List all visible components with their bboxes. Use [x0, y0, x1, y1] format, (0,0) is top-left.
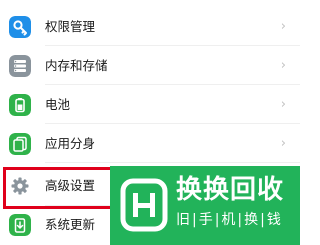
- divider: [45, 162, 300, 163]
- settings-item-label: 系统更新: [45, 217, 96, 232]
- settings-item-permissions[interactable]: 权限管理 ›: [0, 8, 300, 46]
- settings-item-label: 应用分身: [45, 136, 96, 151]
- watermark-logo: 换换回收 旧|手|机|换|钱: [110, 166, 300, 245]
- settings-item-label: 电池: [45, 97, 71, 112]
- divider: [45, 123, 300, 124]
- highlight-box: [3, 167, 127, 209]
- h-logo-icon: [120, 178, 168, 232]
- storage-icon: [9, 55, 31, 77]
- update-icon: [9, 214, 31, 236]
- watermark-subtitle: 旧|手|机|换|钱: [176, 212, 283, 228]
- key-icon: [9, 16, 31, 38]
- divider: [45, 84, 300, 85]
- chevron-right-icon: ›: [280, 136, 286, 151]
- settings-item-label: 内存和存储: [45, 58, 108, 73]
- battery-icon: [9, 94, 31, 116]
- settings-item-label: 权限管理: [45, 19, 96, 34]
- watermark-title: 换换回收: [176, 175, 285, 205]
- settings-item-battery[interactable]: 电池 ›: [0, 86, 300, 124]
- chevron-right-icon: ›: [280, 19, 286, 34]
- settings-item-app-twin[interactable]: 应用分身 ›: [0, 125, 300, 163]
- chevron-right-icon: ›: [280, 58, 286, 73]
- settings-item-memory-storage[interactable]: 内存和存储 ›: [0, 47, 300, 85]
- chevron-right-icon: ›: [280, 97, 286, 112]
- divider: [45, 45, 300, 46]
- app-twin-icon: [9, 133, 31, 155]
